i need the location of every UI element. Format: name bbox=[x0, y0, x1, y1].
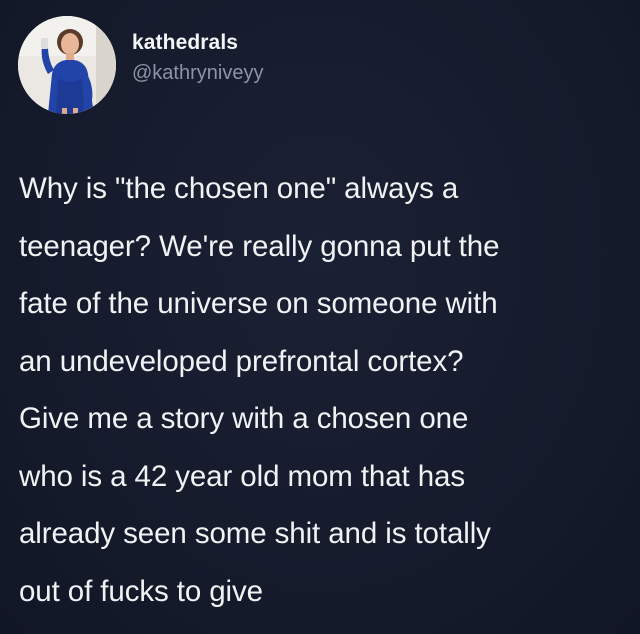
tweet-line: an undeveloped prefrontal cortex? bbox=[19, 344, 464, 378]
tweet-line: teenager? We're really gonna put the bbox=[19, 229, 500, 263]
tweet-text: Why is "the chosen one" always a teenage… bbox=[19, 160, 631, 620]
tweet-line: who is a 42 year old mom that has bbox=[19, 459, 465, 493]
tweet-line: already seen some shit and is totally bbox=[19, 517, 491, 550]
tweet-line: Give me a story with a chosen one bbox=[19, 402, 469, 435]
tweet-header: kathedrals @kathryniveyy bbox=[18, 16, 263, 114]
user-handle[interactable]: @kathryniveyy bbox=[132, 59, 263, 87]
tweet-card: kathedrals @kathryniveyy Why is "the cho… bbox=[0, 0, 640, 634]
profile-photo-icon[interactable] bbox=[18, 16, 116, 114]
display-name[interactable]: kathedrals bbox=[132, 29, 263, 57]
tweet-line: out of fucks to give bbox=[19, 574, 263, 608]
tweet-line: Why is "the chosen one" always a bbox=[19, 172, 459, 205]
user-names: kathedrals @kathryniveyy bbox=[132, 29, 263, 87]
tweet-line: fate of the universe on someone with bbox=[19, 287, 498, 320]
